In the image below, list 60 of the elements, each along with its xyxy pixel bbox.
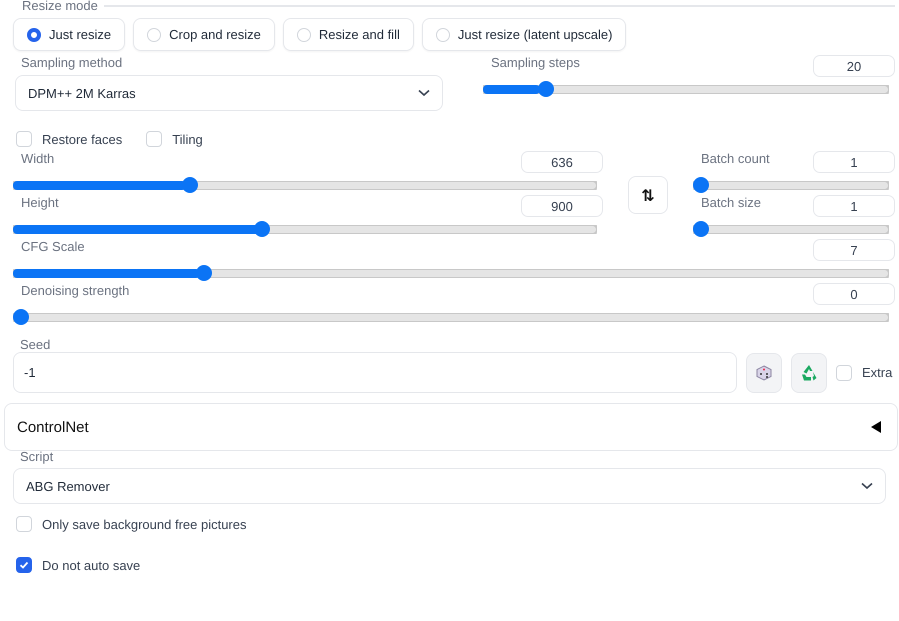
field-label: Sampling method bbox=[20, 55, 124, 70]
recycle-icon bbox=[800, 364, 818, 382]
slider-track[interactable] bbox=[483, 81, 889, 97]
slider-label: Sampling steps bbox=[491, 55, 580, 70]
slider-track[interactable] bbox=[13, 177, 597, 193]
checkbox-label: Extra bbox=[862, 365, 892, 380]
slider-thumb[interactable] bbox=[254, 221, 270, 237]
chevron-down-icon bbox=[861, 482, 873, 490]
seed-field[interactable]: -1 bbox=[13, 352, 737, 393]
checkbox-label: Restore faces bbox=[42, 132, 122, 146]
slider-thumb[interactable] bbox=[693, 221, 709, 237]
number-field[interactable]: 1 bbox=[813, 151, 895, 173]
slider-track[interactable] bbox=[13, 221, 597, 237]
radio-icon bbox=[147, 28, 162, 42]
number-field[interactable]: 7 bbox=[813, 239, 895, 261]
collapse-triangle-icon bbox=[871, 421, 881, 433]
swap-button[interactable]: ⇅ bbox=[628, 176, 668, 214]
slider-label: Batch size bbox=[701, 195, 761, 210]
radio-icon bbox=[27, 28, 41, 42]
radio-option[interactable]: Crop and resize bbox=[133, 18, 275, 51]
number-field[interactable]: 1 bbox=[813, 195, 895, 217]
number-field[interactable]: 900 bbox=[521, 195, 603, 217]
slider-track[interactable] bbox=[693, 177, 889, 193]
script-dropdown[interactable]: ABG Remover bbox=[13, 468, 886, 504]
chevron-down-icon bbox=[418, 89, 430, 97]
number-field[interactable]: 636 bbox=[521, 151, 603, 173]
section-label: Resize mode bbox=[21, 0, 98, 12]
panel-title: ControlNet bbox=[17, 418, 89, 436]
number-field[interactable]: 0 bbox=[813, 283, 895, 305]
slider-track[interactable] bbox=[13, 309, 889, 325]
slider-label: Batch count bbox=[701, 151, 770, 166]
slider-label: Width bbox=[21, 151, 54, 166]
checkbox[interactable] bbox=[16, 557, 32, 573]
recycle-button[interactable] bbox=[791, 352, 827, 392]
number-field[interactable]: 20 bbox=[813, 55, 895, 77]
slider-thumb[interactable] bbox=[196, 265, 212, 281]
slider-thumb[interactable] bbox=[182, 177, 198, 193]
sampling-dropdown[interactable]: DPM++ 2M Karras bbox=[15, 75, 443, 111]
slider-thumb[interactable] bbox=[538, 81, 554, 97]
checkbox-label: Tiling bbox=[172, 132, 203, 146]
radio-option[interactable]: Just resize bbox=[13, 18, 126, 51]
controlnet-panel[interactable]: ControlNet bbox=[4, 403, 898, 451]
slider-label: Height bbox=[21, 195, 59, 210]
checkbox-label: Only save background free pictures bbox=[42, 516, 246, 532]
radio-icon bbox=[436, 28, 450, 42]
radio-option[interactable]: Resize and fill bbox=[282, 18, 414, 51]
slider-label: CFG Scale bbox=[21, 239, 85, 254]
checkbox-label: Do not auto save bbox=[42, 558, 140, 572]
slider-track[interactable] bbox=[13, 265, 889, 281]
checkmark-icon bbox=[19, 560, 29, 570]
slider-thumb[interactable] bbox=[693, 177, 709, 193]
dice-icon bbox=[756, 364, 772, 380]
slider-thumb[interactable] bbox=[13, 309, 29, 325]
slider-label: Denoising strength bbox=[21, 283, 130, 298]
radio-option[interactable]: Just resize (latent upscale) bbox=[422, 18, 626, 51]
dice-button[interactable] bbox=[746, 352, 782, 392]
field-label: Seed bbox=[19, 337, 52, 352]
radio-icon bbox=[296, 28, 311, 42]
field-label: Script bbox=[19, 449, 54, 464]
slider-track[interactable] bbox=[693, 221, 889, 237]
